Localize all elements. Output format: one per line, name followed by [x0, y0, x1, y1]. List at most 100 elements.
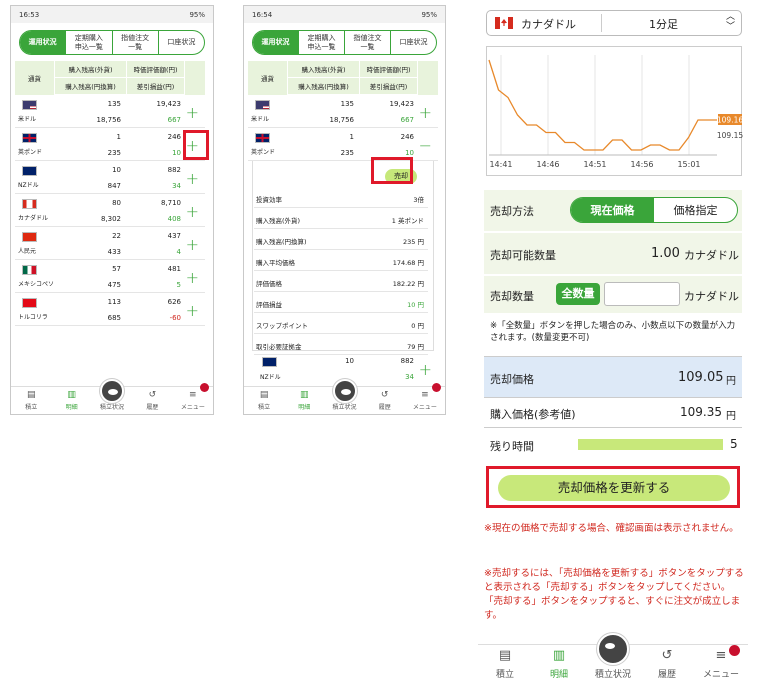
nav-menu[interactable]: ≡ メニュー — [173, 383, 213, 414]
available-qty-value: 1.00 — [651, 246, 680, 261]
expand-plus-icon[interactable]: + — [186, 103, 199, 122]
fx-balance: 80 — [112, 199, 121, 207]
nav-history[interactable]: ↺ 履歴 — [365, 387, 405, 414]
nav-history[interactable]: ↺ 履歴 — [640, 645, 694, 684]
coins-icon: ▤ — [498, 648, 512, 663]
expand-plus-icon[interactable]: + — [419, 103, 432, 122]
table-row: 米ドル 135 18,756 19,423 667 + — [248, 95, 438, 128]
market-value: 626 — [167, 298, 181, 306]
tab-limit-orders[interactable]: 指値注文 一覧 — [344, 31, 390, 54]
piggy-bank-icon — [100, 379, 125, 403]
tab-regular-purchase[interactable]: 定期購入 申込一覧 — [298, 31, 344, 54]
tab-limit-orders[interactable]: 指値注文 一覧 — [111, 31, 158, 54]
battery-status: 95% — [421, 10, 437, 19]
table-row: NZドル 10 847 882 34 + — [15, 161, 205, 194]
flag-nz-icon — [22, 166, 37, 176]
flag-ca-icon — [22, 199, 37, 209]
nav-meisai[interactable]: ▥ 明細 — [51, 387, 91, 414]
flag-cn-icon — [22, 232, 37, 242]
note-confirmation: ※現在の価格で売却する場合、確認画面は表示されません。 — [484, 523, 739, 534]
nav-menu[interactable]: ≡ メニュー — [405, 383, 445, 414]
currency-name: トルコリラ — [18, 314, 48, 321]
table-row: 英ポンド 1 235 246 10 + — [15, 128, 205, 161]
tab-account[interactable]: 口座状況 — [390, 31, 436, 54]
menu-icon: ≡ — [715, 648, 727, 663]
nav-status[interactable]: 積立状況 — [92, 379, 132, 414]
history-icon: ↺ — [380, 390, 389, 400]
currency-selector[interactable]: カナダドル 1分足 ︿ ﹀ — [486, 10, 742, 36]
expand-plus-icon[interactable]: + — [186, 202, 199, 221]
table-header: 通貨 購入残高(外貨) 購入残高(円換算) 時価評価額(円) 差引損益(円) — [248, 61, 438, 95]
nav-status[interactable]: 積立状況 — [586, 633, 640, 684]
header-pl: 差引損益(円) — [360, 78, 418, 95]
nav-tsumitate[interactable]: ▤ 積立 — [11, 387, 51, 414]
jpy-balance: 847 — [107, 182, 121, 190]
nav-menu[interactable]: ≡ メニュー — [694, 645, 748, 684]
detail-value: 174.68 円 — [392, 259, 424, 267]
market-value: 246 — [167, 133, 181, 141]
profit-loss: 667 — [167, 116, 181, 124]
x-tick-label: 14:51 — [583, 160, 606, 169]
status-bar: 16:54 95% — [244, 6, 445, 23]
sell-price-value: 109.05 — [678, 370, 724, 385]
profit-loss: 10 — [405, 149, 414, 157]
toggle-current-price[interactable]: 現在価格 — [571, 198, 654, 222]
clock: 16:53 — [19, 10, 40, 19]
jpy-balance: 235 — [107, 149, 121, 157]
price-line — [488, 59, 717, 151]
currency-name: カナダドル — [18, 215, 49, 222]
header-fx-balance: 購入残高(外貨) — [288, 61, 360, 78]
header-jpy-balance: 購入残高(円換算) — [288, 78, 360, 95]
detail-value: 3倍 — [413, 196, 424, 204]
flag-mx-icon — [22, 265, 37, 275]
currency-name: NZドル — [18, 182, 39, 189]
profit-loss: 4 — [176, 248, 181, 256]
currency-label: カナダドル — [521, 18, 576, 31]
nav-meisai[interactable]: ▥ 明細 — [284, 387, 324, 414]
tab-status[interactable]: 運用状況 — [253, 31, 298, 54]
buy-price-value: 109.35 — [680, 405, 722, 419]
toggle-specified-price[interactable]: 価格指定 — [654, 198, 737, 222]
tab-account[interactable]: 口座状況 — [157, 31, 204, 54]
detail-label: 評価損益 — [256, 301, 282, 309]
expand-plus-icon[interactable]: + — [186, 268, 199, 287]
update-sell-price-button[interactable]: 売却価格を更新する — [498, 475, 730, 501]
header-fx-balance: 購入残高(外貨) — [55, 61, 127, 78]
nav-tsumitate[interactable]: ▤ 積立 — [478, 645, 532, 684]
nav-status[interactable]: 積立状況 — [324, 379, 364, 414]
detail-label: 購入残高(円換算) — [256, 238, 307, 246]
nav-history[interactable]: ↺ 履歴 — [132, 387, 172, 414]
piggy-bank-icon — [332, 379, 357, 403]
detail-row: 投資効率 3倍 — [254, 187, 428, 208]
expand-plus-icon[interactable]: + — [186, 169, 199, 188]
expand-plus-icon[interactable]: + — [419, 360, 432, 379]
jpy-balance: 475 — [107, 281, 121, 289]
table-row: 米ドル 135 18,756 19,423 667 + — [15, 95, 205, 128]
market-value: 19,423 — [389, 100, 415, 108]
detail-value: 235 円 — [403, 238, 424, 246]
phone-screen-2: 16:54 95% 運用状況 定期購入 申込一覧 指値注文 一覧 口座状況 通貨… — [243, 5, 446, 415]
collapse-minus-icon[interactable]: − — [419, 136, 432, 155]
detail-row: スワップポイント 0 円 — [254, 313, 428, 334]
sell-method-row: 売却方法 現在価格 価格指定 — [484, 190, 742, 232]
market-value: 8,710 — [160, 199, 181, 207]
bottom-nav: ▤ 積立 ▥ 明細 積立状況 ↺ 履歴 ≡ メニュー — [244, 379, 445, 414]
detail-row: 評価価格 182.22 円 — [254, 271, 428, 292]
sell-qty-input[interactable] — [604, 282, 680, 306]
notification-dot — [729, 645, 740, 656]
nav-meisai[interactable]: ▥ 明細 — [532, 645, 586, 684]
jpy-balance: 235 — [340, 149, 354, 157]
sell-method-toggle: 現在価格 価格指定 — [570, 197, 738, 223]
tab-status[interactable]: 運用状況 — [20, 31, 66, 54]
nav-tsumitate[interactable]: ▤ 積立 — [244, 387, 284, 414]
expand-plus-icon[interactable]: + — [186, 301, 199, 320]
header-pl: 差引損益(円) — [127, 78, 185, 95]
profit-loss: 34 — [172, 182, 181, 190]
expand-plus-icon[interactable]: + — [186, 235, 199, 254]
tab-regular-purchase[interactable]: 定期購入 申込一覧 — [65, 31, 111, 54]
profit-loss: 408 — [167, 215, 181, 223]
status-bar: 16:53 95% — [11, 6, 213, 23]
all-qty-button[interactable]: 全数量 — [556, 283, 600, 305]
detail-row: 購入残高(外貨) 1 英ポンド — [254, 208, 428, 229]
currency-name: 人民元 — [18, 248, 37, 255]
